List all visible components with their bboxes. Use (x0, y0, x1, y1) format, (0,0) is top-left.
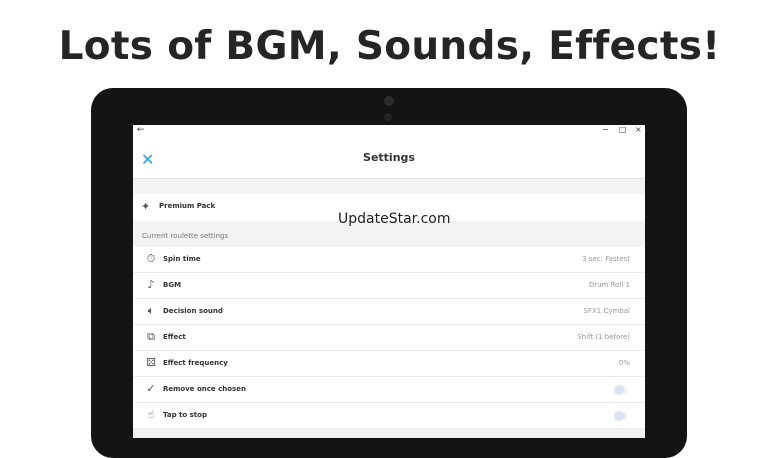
back-arrow-icon[interactable]: ← (137, 125, 145, 135)
setting-value: SFX1 Cymbal (583, 307, 630, 315)
premium-pack-label: Premium Pack (159, 202, 216, 210)
setting-row-effect[interactable]: ⧉ Effect Shift (1 before) (133, 325, 645, 351)
dice-icon: ⚄ (146, 356, 156, 369)
setting-row-decision-sound[interactable]: 🔈︎ Decision sound SFX1 Cymbal (133, 299, 645, 325)
effect-icon: ⧉ (147, 330, 155, 343)
maximize-button[interactable]: □ (619, 125, 627, 134)
setting-row-tap-to-stop[interactable]: ☝ Tap to stop (133, 403, 645, 429)
speaker-icon: 🔈︎ (147, 304, 155, 317)
toggle-knob (614, 385, 624, 395)
sensor-dot (384, 113, 392, 121)
camera-icon (384, 96, 394, 106)
timer-icon: ⏱ (146, 252, 156, 265)
toggle-knob (614, 411, 624, 421)
setting-label: Tap to stop (163, 411, 207, 419)
page-title: Settings (363, 151, 415, 164)
setting-label: BGM (163, 281, 182, 289)
music-note-icon: ♪ (147, 278, 155, 291)
setting-value: 0% (618, 359, 630, 367)
sparkle-icon: ✦ (141, 200, 151, 213)
setting-label: Effect (163, 333, 186, 341)
tap-to-stop-toggle[interactable] (614, 411, 627, 421)
window-titlebar: ← − □ × (133, 125, 645, 140)
check-circle-icon: ✓ (146, 382, 156, 395)
setting-row-spin-time[interactable]: ⏱ Spin time 3 sec: Fastest (133, 247, 645, 273)
remove-once-chosen-toggle[interactable] (614, 385, 627, 395)
setting-value: Drum Roll 1 (588, 281, 630, 289)
setting-label: Spin time (163, 255, 201, 263)
window-close-button[interactable]: × (635, 125, 642, 134)
tap-icon: ☝ (147, 408, 155, 421)
setting-row-effect-frequency[interactable]: ⚄ Effect frequency 0% (133, 351, 645, 377)
watermark: UpdateStar.com (338, 211, 451, 227)
setting-label: Effect frequency (163, 359, 228, 367)
setting-label: Remove once chosen (163, 385, 246, 393)
setting-label: Decision sound (163, 307, 223, 315)
headline: Lots of BGM, Sounds, Effects! (58, 24, 721, 69)
app-screen: ← − □ × ✕ Settings ✦ Premium Pack Curren… (133, 125, 645, 438)
setting-value: 3 sec: Fastest (582, 255, 630, 263)
section-title: Current roulette settings (142, 232, 229, 240)
setting-value: Shift (1 before) (577, 333, 630, 341)
app-bar: ✕ Settings (133, 140, 645, 179)
minimize-button[interactable]: − (602, 125, 609, 134)
setting-row-remove-once-chosen[interactable]: ✓ Remove once chosen (133, 377, 645, 403)
setting-row-bgm[interactable]: ♪ BGM Drum Roll 1 (133, 273, 645, 299)
